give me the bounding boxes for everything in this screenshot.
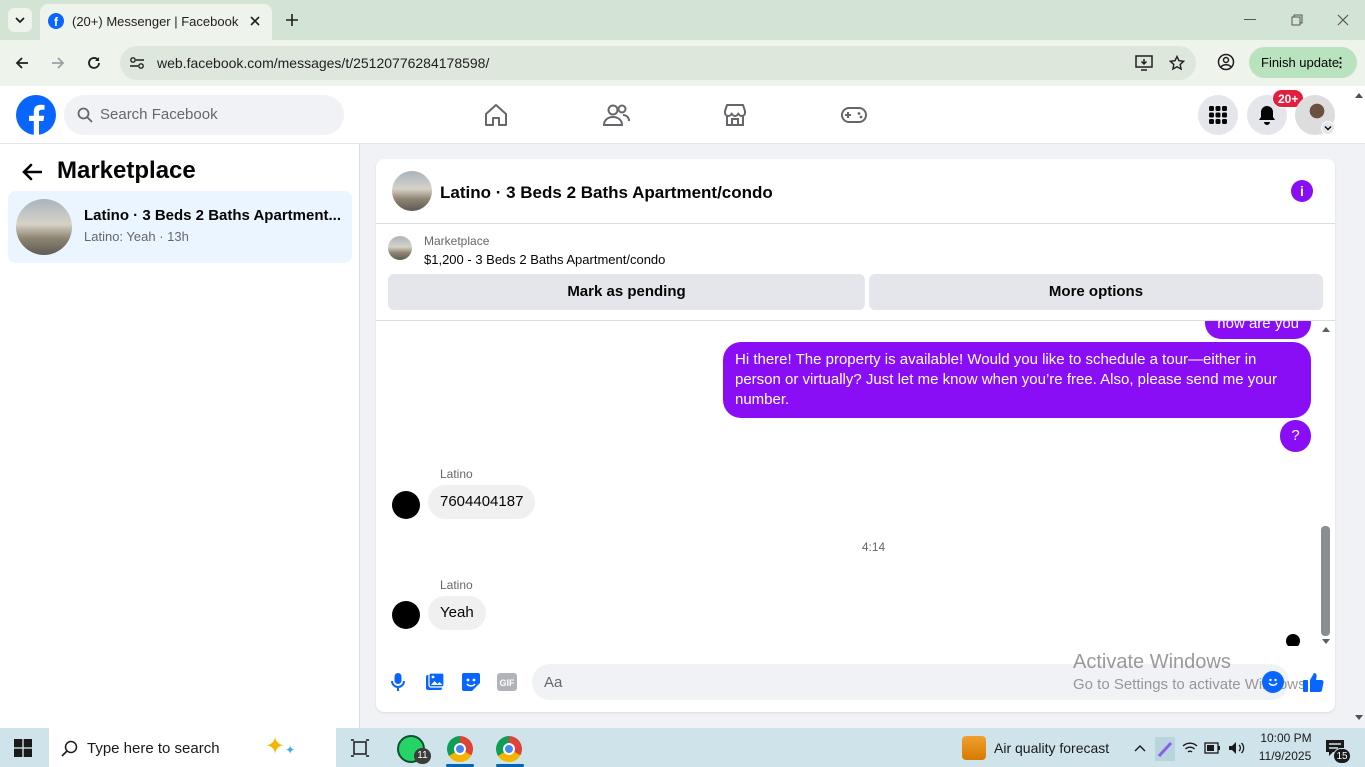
panel-title: Marketplace — [57, 157, 196, 184]
site-settings-icon[interactable] — [128, 54, 146, 72]
chat-list-item[interactable]: Latino · 3 Beds 2 Baths Apartment... Lat… — [8, 191, 352, 263]
minimize-window-icon[interactable] — [1240, 10, 1260, 30]
message-input-placeholder: Aa — [544, 674, 563, 691]
finish-update-label: Finish update — [1261, 55, 1340, 70]
chrome-profile-taskbar-icon[interactable] — [496, 736, 522, 762]
page-scroll-up-icon[interactable] — [1353, 90, 1365, 100]
grid-icon — [1209, 106, 1227, 124]
message-bubble-outgoing[interactable]: Hi there! The property is available! Wou… — [723, 342, 1311, 418]
close-tab-icon[interactable] — [246, 12, 264, 30]
sender-avatar[interactable] — [392, 601, 420, 629]
microphone-icon[interactable] — [388, 671, 408, 693]
account-chevron-icon[interactable] — [1321, 121, 1335, 135]
header-divider — [376, 223, 1335, 224]
url-text: web.facebook.com/messages/t/251207762841… — [157, 55, 490, 71]
chevron-down-icon — [15, 17, 25, 24]
friends-nav-icon[interactable] — [598, 98, 634, 132]
clock-date[interactable]: 11/9/2025 — [1254, 749, 1316, 763]
notification-count-badge: 15 — [1333, 748, 1351, 764]
system-tray-chevron-icon[interactable] — [1132, 740, 1148, 756]
page-scroll-down-icon[interactable] — [1353, 713, 1365, 723]
conversation-avatar[interactable] — [392, 171, 432, 211]
facebook-favicon-icon: f — [48, 13, 64, 29]
facebook-search-bar[interactable]: Search Facebook — [64, 95, 344, 135]
emoji-icon[interactable] — [1262, 671, 1284, 693]
listing-detail[interactable]: $1,200 - 3 Beds 2 Baths Apartment/condo — [424, 252, 665, 267]
conversation-title[interactable]: Latino · 3 Beds 2 Baths Apartment/condo — [440, 183, 773, 203]
whatsapp-badge: 11 — [414, 748, 431, 764]
tab-title: (20+) Messenger | Facebook — [72, 14, 239, 29]
message-thread: how are you Hi there! The property is av… — [376, 321, 1321, 646]
new-tab-icon[interactable] — [282, 10, 302, 30]
gif-icon[interactable]: GIF — [496, 671, 518, 693]
chat-title: Latino · 3 Beds 2 Baths Apartment... — [84, 207, 341, 224]
task-view-icon[interactable] — [349, 738, 371, 758]
listing-thumbnail — [16, 199, 72, 255]
chat-preview: Latino: Yeah · 13h — [84, 229, 189, 244]
finish-update-button[interactable]: Finish update ⋮ — [1249, 47, 1357, 78]
reload-icon[interactable] — [84, 53, 104, 73]
volume-icon[interactable] — [1227, 740, 1247, 756]
message-bubble-outgoing[interactable]: how are you — [1205, 321, 1311, 339]
facebook-logo-icon[interactable] — [16, 95, 56, 135]
message-timestamp: 4:14 — [861, 540, 886, 554]
info-icon[interactable]: i — [1291, 180, 1313, 202]
back-arrow-icon[interactable] — [20, 160, 44, 184]
marketplace-nav-icon[interactable] — [717, 98, 753, 132]
battery-icon[interactable] — [1203, 740, 1221, 756]
menu-grid-button[interactable] — [1198, 95, 1238, 135]
more-options-button[interactable]: More options — [869, 274, 1323, 310]
network-icon[interactable] — [1181, 740, 1199, 756]
weather-text[interactable]: Air quality forecast — [994, 740, 1109, 756]
close-window-icon[interactable] — [1333, 10, 1353, 30]
thumbs-up-icon[interactable] — [1301, 670, 1325, 694]
activate-windows-title: Activate Windows — [1073, 651, 1231, 673]
conversation-panel: Latino · 3 Beds 2 Baths Apartment/condo … — [376, 159, 1335, 712]
message-sender: Latino — [440, 467, 473, 481]
sticker-icon[interactable] — [460, 671, 482, 693]
copilot-sparkle-icon[interactable]: ✦✦ — [265, 732, 295, 761]
home-nav-icon[interactable] — [478, 98, 514, 132]
listing-label: Marketplace — [424, 234, 490, 248]
scroll-down-icon[interactable] — [1320, 636, 1332, 648]
taskbar-search[interactable]: Type here to search ✦✦ — [49, 728, 336, 767]
install-app-icon[interactable] — [1134, 53, 1154, 73]
tab-search-button[interactable] — [8, 8, 32, 32]
search-icon — [76, 106, 94, 124]
scrollbar-thumb[interactable] — [1321, 526, 1330, 636]
bookmark-star-icon[interactable] — [1167, 53, 1187, 73]
scroll-up-icon[interactable] — [1320, 323, 1332, 335]
message-bubble-incoming[interactable]: 7604404187 — [428, 485, 536, 519]
chrome-taskbar-icon[interactable] — [447, 736, 473, 762]
svg-text:GIF: GIF — [500, 678, 516, 688]
facebook-search-placeholder: Search Facebook — [100, 106, 218, 123]
address-bar[interactable]: web.facebook.com/messages/t/251207762841… — [120, 46, 1196, 80]
weather-icon[interactable] — [962, 736, 986, 760]
more-vertical-icon: ⋮ — [1334, 55, 1347, 70]
read-receipt-avatar — [1286, 634, 1300, 646]
bell-icon — [1259, 106, 1275, 125]
back-icon[interactable] — [12, 53, 32, 73]
windows-start-icon[interactable] — [12, 738, 34, 758]
gaming-nav-icon[interactable] — [836, 98, 872, 132]
restore-window-icon[interactable] — [1287, 10, 1307, 30]
browser-tab[interactable]: f (20+) Messenger | Facebook — [40, 4, 272, 40]
forward-icon[interactable] — [48, 53, 68, 73]
message-sender: Latino — [440, 578, 473, 592]
sender-avatar[interactable] — [392, 491, 420, 519]
mark-as-pending-button[interactable]: Mark as pending — [388, 274, 865, 310]
profile-icon[interactable] — [1216, 52, 1236, 72]
message-bubble-incoming[interactable]: Yeah — [428, 596, 486, 630]
taskbar-search-icon — [59, 738, 79, 758]
taskbar-search-placeholder: Type here to search — [87, 740, 220, 757]
listing-mini-thumbnail — [388, 236, 412, 260]
message-bubble-outgoing[interactable]: ? — [1280, 420, 1311, 452]
photo-attach-icon[interactable] — [424, 671, 446, 693]
clock-time[interactable]: 10:00 PM — [1256, 731, 1316, 745]
pen-tray-icon[interactable] — [1155, 737, 1175, 761]
